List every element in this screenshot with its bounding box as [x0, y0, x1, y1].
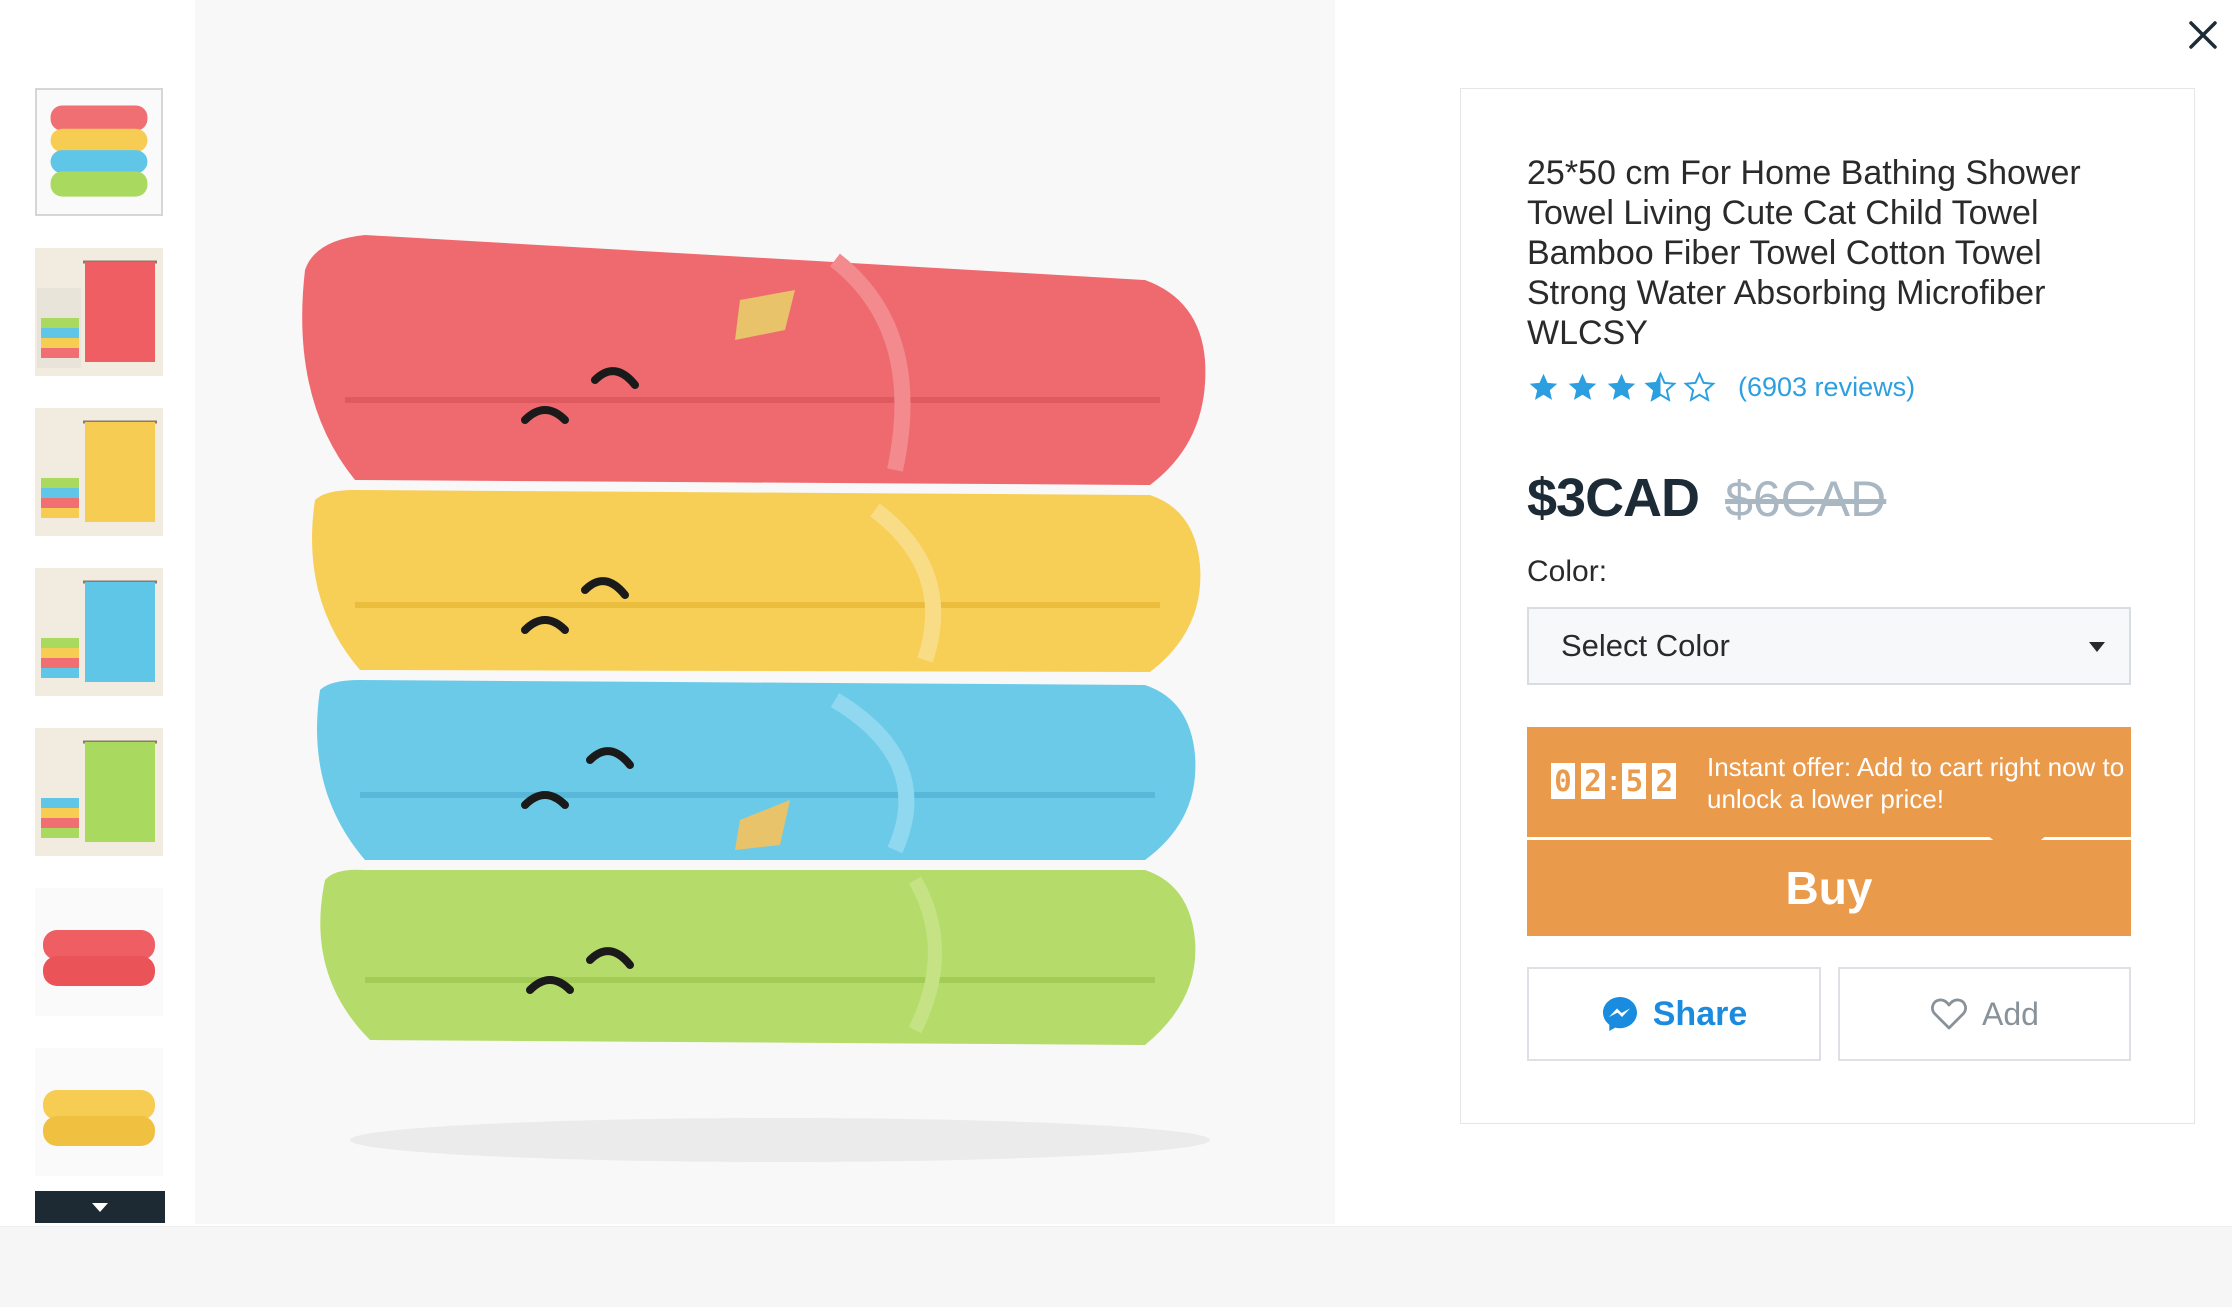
close-button[interactable] [2180, 12, 2226, 58]
countdown-timer: 0 2 : 5 2 [1551, 763, 1682, 799]
thumbnail-red-folded[interactable] [35, 888, 163, 1016]
color-select-value: Select Color [1561, 628, 1730, 663]
thumbnail-blue-towel[interactable] [35, 568, 163, 696]
reviews-link[interactable]: (6903 reviews) [1738, 372, 1915, 403]
color-select[interactable]: Select Color [1527, 607, 2131, 685]
current-price: $3CAD [1527, 468, 1700, 528]
timer-digit: 5 [1622, 763, 1647, 799]
price-row: $3CAD $6CAD [1527, 467, 1886, 529]
star-rating [1527, 371, 1716, 404]
timer-digit: 0 [1551, 763, 1575, 799]
caret-down-icon [2089, 642, 2105, 652]
share-label: Share [1652, 994, 1748, 1033]
close-icon [2189, 21, 2217, 49]
add-label: Add [1982, 995, 2039, 1032]
star-half-icon [1644, 371, 1677, 402]
star-icon [1607, 373, 1636, 400]
thumbnail-scroll-down-button[interactable] [35, 1191, 165, 1223]
chevron-down-icon [92, 1202, 108, 1212]
thumbnail-stacked-towels[interactable] [35, 88, 163, 216]
color-label: Color: [1527, 555, 1608, 588]
timer-digit: 2 [1581, 763, 1605, 799]
thumbnail-yellow-folded[interactable] [35, 1048, 163, 1176]
bottom-bar [0, 1226, 2232, 1307]
star-icon [1529, 373, 1558, 400]
timer-separator: : [1609, 765, 1619, 796]
thumbnail-green-towel[interactable] [35, 728, 163, 856]
timer-digit: 2 [1652, 763, 1677, 799]
heart-icon [1931, 998, 1967, 1030]
thumbnail-yellow-towel[interactable] [35, 408, 163, 536]
star-icon [1568, 373, 1597, 400]
offer-text: Instant offer: Add to cart right now to … [1707, 752, 2125, 814]
instant-offer-banner: 0 2 : 5 2 Instant offer: Add to cart rig… [1527, 727, 2131, 863]
thumbnail-red-towel[interactable] [35, 248, 163, 376]
share-button[interactable]: Share [1527, 967, 1821, 1061]
main-product-image [195, 0, 1335, 1224]
messenger-icon [1602, 997, 1637, 1031]
star-empty-icon [1683, 371, 1716, 402]
original-price: $6CAD [1725, 471, 1887, 527]
buy-button[interactable]: Buy [1527, 840, 2131, 936]
add-to-wishlist-button[interactable]: Add [1838, 967, 2131, 1061]
rating-row: (6903 reviews) [1527, 371, 1915, 404]
product-title: 25*50 cm For Home Bathing Shower Towel L… [1527, 154, 2081, 352]
product-info-panel: 25*50 cm For Home Bathing Shower Towel L… [1460, 88, 2195, 1124]
